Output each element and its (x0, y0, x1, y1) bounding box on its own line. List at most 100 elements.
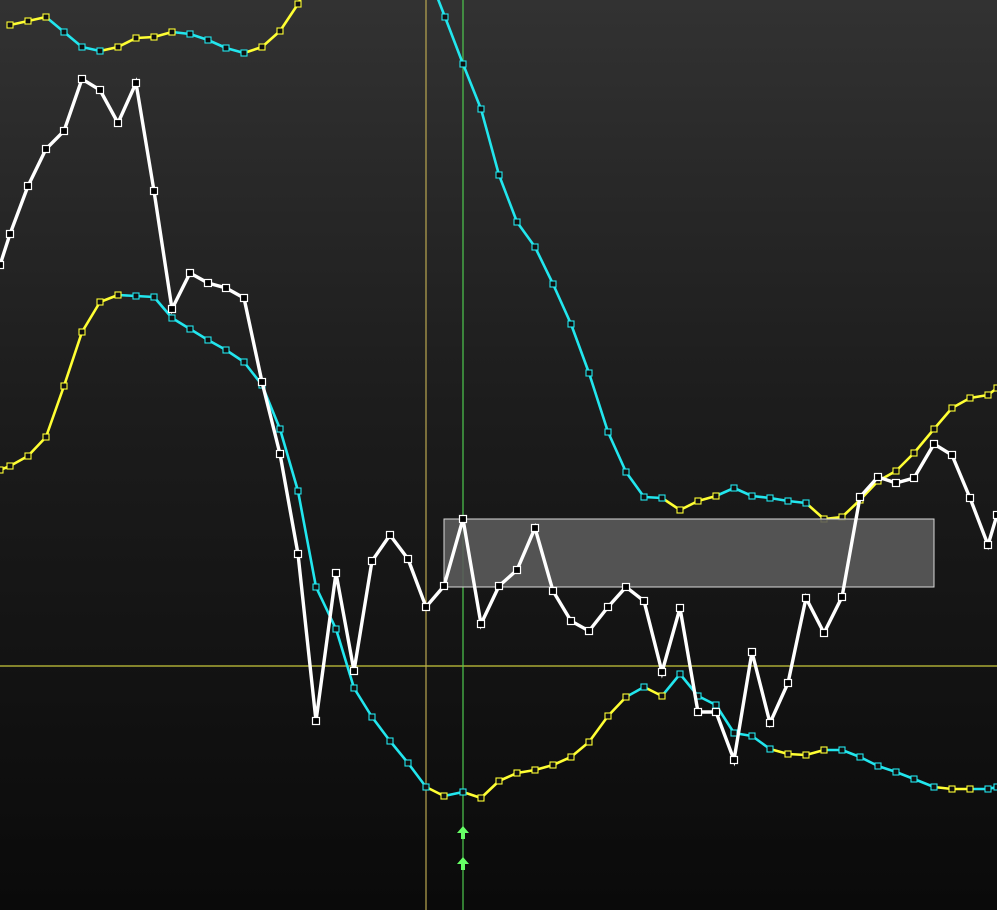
oscillator-main-point (42, 433, 50, 441)
oscillator-right-point (730, 484, 738, 492)
oscillator-main-point (240, 358, 248, 366)
oscillator-main-point (6, 462, 14, 470)
price-line-point (729, 755, 739, 765)
oscillator-top-point (132, 34, 140, 42)
oscillator-right-point (948, 404, 956, 412)
price-line-point (59, 126, 69, 136)
oscillator-main-point (96, 298, 104, 306)
oscillator-main-point (676, 670, 684, 678)
oscillator-top-point (240, 49, 248, 57)
price-line-point (530, 523, 540, 533)
oscillator-right-point (441, 13, 449, 21)
oscillator-main-point (640, 683, 648, 691)
oscillator-main-point (658, 692, 666, 700)
oscillator-main-point (604, 712, 612, 720)
oscillator-main-segment (44, 384, 66, 439)
oscillator-right-segment (443, 15, 465, 66)
oscillator-right-segment (515, 220, 537, 249)
oscillator-right-segment (551, 282, 573, 326)
oscillator-main-point (930, 783, 938, 791)
oscillator-top-point (168, 28, 176, 36)
price-line-point (947, 450, 957, 460)
price-line-point (621, 582, 631, 592)
price-line-point (965, 493, 975, 503)
price-line-point (765, 718, 775, 728)
oscillator-chart[interactable] (0, 0, 997, 910)
oscillator-main-point (910, 775, 918, 783)
price-line-point (385, 530, 395, 540)
up-arrow-icon[interactable] (457, 857, 469, 870)
oscillator-main-point (440, 792, 448, 800)
oscillator-right-point (658, 494, 666, 502)
oscillator-main-point (766, 745, 774, 753)
oscillator-top-point (42, 13, 50, 21)
price-line-point (0, 260, 5, 270)
oscillator-right-point (930, 425, 938, 433)
oscillator-right-point (784, 497, 792, 505)
oscillator-main-point (422, 783, 430, 791)
oscillator-right-point (676, 506, 684, 514)
price-line-point (367, 556, 377, 566)
highlight-zone[interactable] (443, 518, 935, 588)
oscillator-right-point (459, 60, 467, 68)
price-line-point (185, 268, 195, 278)
price-line-point (603, 602, 613, 612)
oscillator-right-point (622, 468, 630, 476)
oscillator-right-point (585, 369, 593, 377)
price-line-point (113, 118, 123, 128)
oscillator-right-point (766, 494, 774, 502)
oscillator-main-segment (352, 686, 374, 719)
oscillator-main-point (477, 794, 485, 802)
oscillator-main-segment (370, 715, 392, 743)
oscillator-right-point (748, 492, 756, 500)
oscillator-right-segment (587, 371, 610, 434)
oscillator-main-point (856, 753, 864, 761)
oscillator-main-segment (587, 714, 610, 744)
oscillator-main-point (838, 746, 846, 754)
up-arrow-icon[interactable] (457, 826, 469, 839)
oscillator-main-point (386, 737, 394, 745)
oscillator-main-point (622, 693, 630, 701)
oscillator-top-point (204, 36, 212, 44)
oscillator-top-point (258, 43, 266, 51)
oscillator-top-point (294, 0, 302, 8)
oscillator-right-point (984, 391, 992, 399)
oscillator-main-point (276, 425, 284, 433)
price-line-point (257, 377, 267, 387)
oscillator-top-point (150, 33, 158, 41)
oscillator-main-segment (406, 761, 428, 789)
price-line-point (747, 647, 757, 657)
oscillator-main-point (459, 788, 467, 796)
oscillator-main-point (312, 583, 320, 591)
oscillator-main-point (495, 777, 503, 785)
oscillator-right-segment (533, 245, 555, 286)
oscillator-right-point (549, 280, 557, 288)
oscillator-right-point (495, 171, 503, 179)
price-line-point (855, 492, 865, 502)
chart-area[interactable] (0, 0, 997, 910)
oscillator-right-point (513, 218, 521, 226)
oscillator-right-point (567, 320, 575, 328)
oscillator-main-point (150, 293, 158, 301)
price-line-point (929, 439, 939, 449)
oscillator-right-segment (569, 322, 591, 375)
oscillator-right-point (694, 497, 702, 505)
price-line-point (675, 603, 685, 613)
price-line-point (639, 596, 649, 606)
oscillator-right-point (477, 105, 485, 113)
oscillator-main-point (984, 785, 992, 793)
oscillator-main-point (730, 729, 738, 737)
oscillator-main-point (820, 746, 828, 754)
oscillator-right-segment (497, 173, 519, 224)
price-line-point (873, 472, 883, 482)
oscillator-main-point (350, 684, 358, 692)
oscillator-top-point (276, 27, 284, 35)
price-line-point (548, 586, 558, 596)
price-line-point (349, 666, 359, 676)
oscillator-main-point (0, 466, 4, 474)
oscillator-main-point (531, 766, 539, 774)
oscillator-right-series (436, 0, 997, 523)
price-line-point (293, 549, 303, 559)
oscillator-right-point (892, 467, 900, 475)
price-line-point (131, 78, 141, 88)
